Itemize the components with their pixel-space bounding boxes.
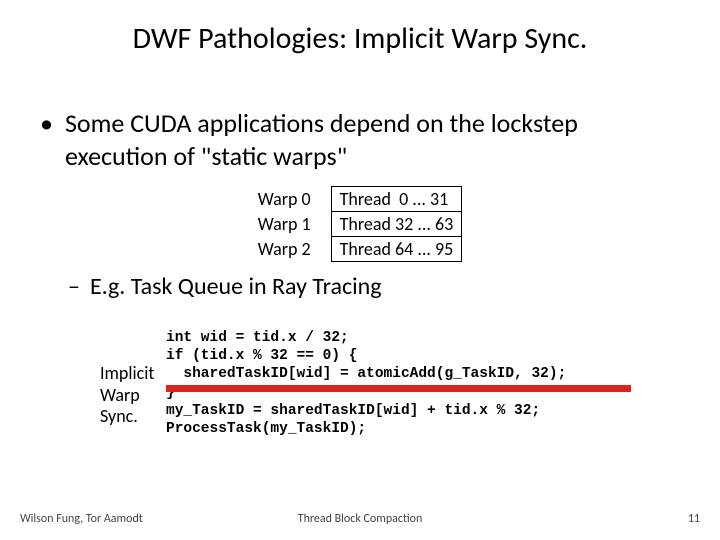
warp-label: Warp 1 xyxy=(258,212,311,236)
sync-label: Implicit Warp Sync. xyxy=(100,363,166,474)
warp-thread-table: Warp 0 Warp 1 Warp 2 Thread 0 ... 31 Thr… xyxy=(40,186,680,262)
sub-bullet: – E.g. Task Queue in Ray Tracing xyxy=(68,272,680,301)
warp-label: Warp 2 xyxy=(258,237,311,261)
code-line: int wid = tid.x / 32; xyxy=(166,330,349,346)
code-line: my_TaskID = sharedTaskID[wid] + tid.x % … xyxy=(166,403,540,419)
sync-label-line: Implicit xyxy=(100,363,166,385)
thread-row: Thread 0 ... 31 xyxy=(332,187,462,212)
thread-row: Thread 64 ... 95 xyxy=(332,237,462,261)
warp-labels: Warp 0 Warp 1 Warp 2 xyxy=(258,186,311,262)
main-bullet-text: Some CUDA applications depend on the loc… xyxy=(65,107,680,172)
bullet-marker: • xyxy=(40,107,53,172)
sub-bullet-text: E.g. Task Queue in Ray Tracing xyxy=(90,272,382,301)
slide-title: DWF Pathologies: Implicit Warp Sync. xyxy=(40,20,680,57)
warp-label: Warp 0 xyxy=(258,187,311,211)
footer: Wilson Fung, Tor Aamodt Thread Block Com… xyxy=(20,512,700,526)
code-area: Implicit Warp Sync. int wid = tid.x / 32… xyxy=(100,311,680,474)
code-line: ProcessTask(my_TaskID); xyxy=(166,421,366,437)
sync-label-line: Warp xyxy=(100,385,166,407)
thread-row: Thread 32 ... 63 xyxy=(332,212,462,237)
code-block: int wid = tid.x / 32; if (tid.x % 32 == … xyxy=(166,311,566,474)
sync-label-line: Sync. xyxy=(100,406,166,428)
sub-bullet-marker: – xyxy=(68,272,80,301)
footer-title: Thread Block Compaction xyxy=(20,512,700,526)
barrier-highlight-bar xyxy=(166,385,631,392)
main-bullet: • Some CUDA applications depend on the l… xyxy=(40,107,680,172)
code-line: sharedTaskID[wid] = atomicAdd(g_TaskID, … xyxy=(166,366,566,382)
slide: DWF Pathologies: Implicit Warp Sync. • S… xyxy=(0,0,720,540)
code-line: if (tid.x % 32 == 0) { xyxy=(166,348,357,364)
thread-box: Thread 0 ... 31 Thread 32 ... 63 Thread … xyxy=(331,186,463,262)
